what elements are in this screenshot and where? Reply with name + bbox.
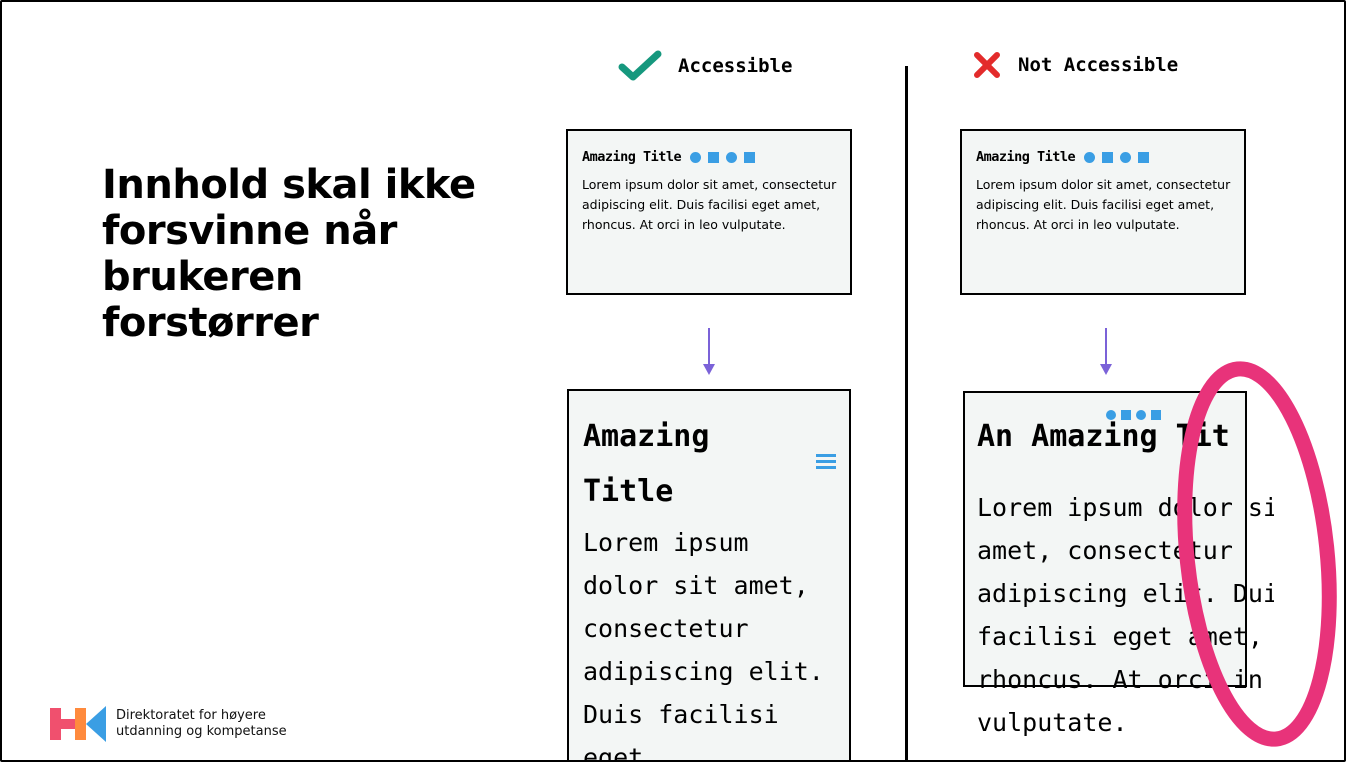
square-shape-icon: [744, 151, 756, 163]
circle-shape-icon: [1084, 151, 1096, 163]
square-shape-icon: [1138, 151, 1150, 163]
title-shapes: [690, 151, 756, 163]
accessible-label: Accessible: [678, 55, 793, 77]
checkmark-icon: [618, 50, 662, 81]
not-accessible-small-card: Amazing Title Lorem ipsum dolor sit amet…: [960, 129, 1246, 295]
organization-logo: Direktoratet for høyere utdanning og kom…: [50, 704, 287, 744]
logo-text: Direktoratet for høyere utdanning og kom…: [116, 708, 287, 740]
small-card-title: Amazing Title: [582, 149, 682, 165]
zoomed-card-title: Amazing Title: [583, 419, 710, 509]
square-shape-icon: [708, 151, 720, 163]
body-line: Lorem ipsum: [583, 528, 749, 557]
small-card-title: Amazing Title: [976, 149, 1076, 165]
hamburger-icon[interactable]: [816, 454, 836, 469]
logo-line-2: utdanning og kompetanse: [116, 724, 287, 739]
title-shapes: [1084, 151, 1150, 163]
body-line: Duis facilisi eget: [583, 700, 779, 762]
body-line: consectetur: [583, 614, 749, 643]
slide-heading: Innhold skal ikke forsvinne når brukeren…: [102, 162, 476, 346]
small-card-title-row: Amazing Title: [582, 149, 836, 165]
not-accessible-label: Not Accessible: [1018, 54, 1179, 76]
small-card-body: Lorem ipsum dolor sit amet, consectetur …: [976, 177, 1231, 232]
accessible-small-card: Amazing Title Lorem ipsum dolor sit amet…: [566, 129, 852, 295]
column-divider: [905, 66, 908, 760]
accessible-header: Accessible: [618, 50, 792, 82]
body-line: dolor sit amet,: [583, 571, 809, 600]
down-arrow-icon: [1100, 328, 1112, 375]
circle-shape-icon: [690, 151, 702, 163]
hkdir-logo-icon: [50, 706, 106, 742]
small-card-body: Lorem ipsum dolor sit amet, consectetur …: [582, 177, 837, 232]
down-arrow-icon: [703, 328, 715, 375]
slide-frame: Innhold skal ikke forsvinne når brukeren…: [0, 0, 1346, 762]
not-accessible-header: Not Accessible: [972, 50, 1178, 80]
circle-shape-icon: [1120, 151, 1132, 163]
body-line: adipiscing elit.: [583, 657, 824, 686]
logo-line-1: Direktoratet for høyere: [116, 708, 266, 723]
small-card-title-row: Amazing Title: [976, 149, 1230, 165]
zoomed-card-body: Lorem ipsum dolor sit amet, consectetur …: [583, 521, 835, 762]
square-shape-icon: [1102, 151, 1114, 163]
circle-shape-icon: [726, 151, 738, 163]
cross-icon: [974, 52, 1000, 78]
highlight-ellipse: [1177, 361, 1337, 747]
accessible-zoomed-card: Amazing Title Lorem ipsum dolor sit amet…: [567, 389, 851, 762]
